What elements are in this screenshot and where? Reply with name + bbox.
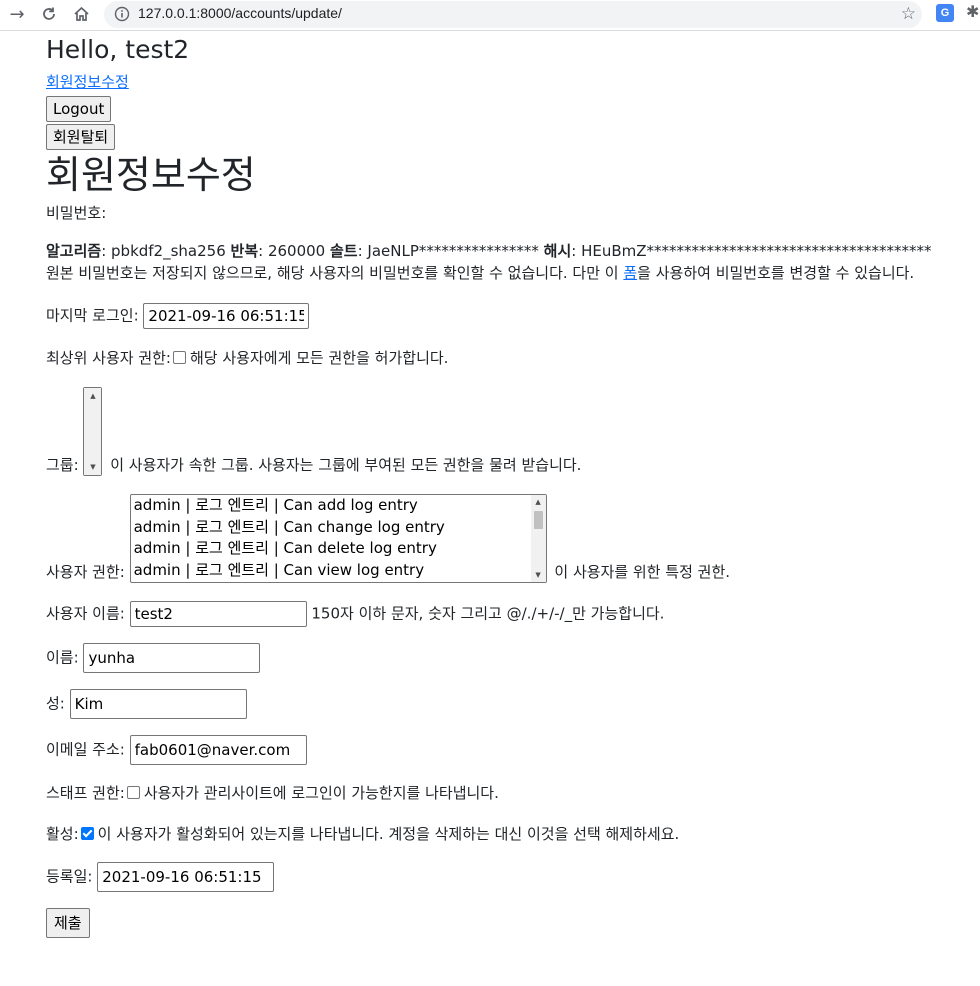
permission-option[interactable]: admin | 로그 엔트리 | Can change log entry (131, 517, 546, 539)
scroll-down-arrow-icon[interactable]: ▼ (84, 460, 101, 474)
groups-help: 이 사용자가 속한 그룹. 사용자는 그룹에 부여된 모든 권한을 물려 받습니… (110, 456, 582, 474)
salt-value: : JaeNLP**************** (357, 242, 544, 260)
last-login-input[interactable] (143, 303, 310, 329)
date-joined-row: 등록일: (46, 862, 980, 892)
salt-label: 솔트 (329, 242, 358, 260)
page-title: 회원정보수정 (46, 153, 256, 197)
extensions-puzzle-icon[interactable]: ✱ (966, 2, 979, 21)
date-joined-input[interactable] (97, 862, 275, 892)
groups-label: 그룹: (46, 456, 79, 474)
scroll-up-arrow-icon[interactable]: ▲ (531, 495, 546, 509)
permissions-scrollbar[interactable]: ▲ ▼ (530, 495, 546, 582)
logout-button[interactable]: Logout (46, 96, 112, 122)
first-name-label: 이름: (46, 648, 79, 667)
permission-option[interactable]: admin | 로그 엔트리 | Can add log entry (131, 495, 546, 517)
groups-row: 그룹: ▲ ▼ 이 사용자가 속한 그룹. 사용자는 그룹에 부여된 모든 권한… (46, 387, 980, 476)
scroll-down-arrow-icon[interactable]: ▼ (531, 568, 546, 582)
username-row: 사용자 이름: 150자 이하 문자, 숫자 그리고 @/./+/-/_만 가능… (46, 601, 980, 627)
last-login-row: 마지막 로그인: (46, 303, 980, 329)
staff-help: 사용자가 관리사이트에 로그인이 가능한지를 나타냅니다. (143, 784, 499, 802)
superuser-checkbox[interactable] (173, 351, 186, 364)
last-login-label: 마지막 로그인: (46, 306, 139, 325)
last-name-input[interactable] (69, 689, 247, 719)
first-name-row: 이름: (46, 643, 980, 673)
browser-toolbar: → 127.0.0.1:8000/accounts/update/ ☆ G ✱ (0, 0, 980, 31)
date-joined-label: 등록일: (46, 867, 93, 886)
superuser-help: 해당 사용자에게 모든 권한을 허가합니다. (190, 349, 449, 367)
password-help-text: 원본 비밀번호는 저장되지 않으므로, 해당 사용자의 비밀번호를 확인할 수 … (46, 262, 980, 284)
algorithm-value: : pbkdf2_sha256 (101, 242, 231, 260)
password-hash-summary: 알고리즘: pbkdf2_sha256 반복: 260000 솔트: JaeNL… (46, 240, 980, 262)
last-name-label: 성: (46, 694, 65, 713)
address-bar[interactable]: 127.0.0.1:8000/accounts/update/ ☆ (104, 1, 922, 28)
password-change-form-link[interactable]: 폼 (623, 264, 637, 282)
permission-option[interactable]: admin | 로그 엔트리 | Can delete log entry (131, 538, 546, 560)
password-help-before: 원본 비밀번호는 저장되지 않으므로, 해당 사용자의 비밀번호를 확인할 수 … (46, 264, 624, 282)
hash-value: : HEuBmZ********************************… (571, 242, 932, 260)
email-label: 이메일 주소: (46, 740, 125, 759)
password-help-after: 을 사용하여 비밀번호를 변경할 수 있습니다. (637, 264, 915, 282)
user-permissions-label: 사용자 권한: (46, 563, 125, 581)
superuser-label: 최상위 사용자 권한: (46, 349, 171, 367)
last-name-row: 성: (46, 689, 980, 719)
bookmark-star-icon[interactable]: ☆ (901, 4, 916, 24)
superuser-row: 최상위 사용자 권한: 해당 사용자에게 모든 권한을 허가합니다. (46, 347, 980, 369)
iterations-label: 반복 (230, 242, 259, 260)
reload-icon[interactable] (38, 3, 60, 25)
page-content: Hello, test2 회원정보수정 Logout 회원탈퇴 회원정보수정 비… (46, 34, 980, 938)
algorithm-label: 알고리즘 (46, 242, 102, 260)
active-label: 활성: (46, 825, 79, 843)
iterations-value: : 260000 (258, 242, 330, 260)
hash-label: 해시 (543, 242, 572, 260)
staff-label: 스태프 권한: (46, 784, 125, 802)
profile-edit-link[interactable]: 회원정보수정 (46, 72, 129, 92)
username-label: 사용자 이름: (46, 604, 125, 623)
account-update-form: 비밀번호: 알고리즘: pbkdf2_sha256 반복: 260000 솔트:… (46, 202, 980, 938)
first-name-input[interactable] (83, 643, 261, 673)
greeting-heading: Hello, test2 (46, 35, 190, 64)
scroll-up-arrow-icon[interactable]: ▲ (84, 389, 101, 403)
groups-select[interactable]: ▲ ▼ (83, 387, 103, 476)
groups-scrollbar[interactable]: ▲ ▼ (84, 388, 102, 475)
withdraw-button[interactable]: 회원탈퇴 (46, 124, 116, 150)
user-permissions-help: 이 사용자를 위한 특정 권한. (554, 563, 731, 581)
email-row: 이메일 주소: (46, 735, 980, 765)
staff-checkbox[interactable] (126, 786, 140, 799)
password-label-row: 비밀번호: (46, 202, 980, 224)
active-help: 이 사용자가 활성화되어 있는지를 나타냅니다. 계정을 삭제하는 대신 이것을… (97, 825, 680, 843)
translate-extension-icon[interactable]: G (936, 4, 954, 22)
url-text[interactable]: 127.0.0.1:8000/accounts/update/ (138, 5, 342, 21)
staff-row: 스태프 권한: 사용자가 관리사이트에 로그인이 가능한지를 나타냅니다. (46, 782, 980, 804)
home-icon[interactable] (70, 3, 92, 25)
submit-button[interactable]: 제출 (46, 908, 90, 938)
forward-arrow-icon[interactable]: → (6, 3, 28, 25)
username-input[interactable] (129, 601, 307, 627)
active-checkbox[interactable] (80, 827, 94, 840)
active-row: 활성: 이 사용자가 활성화되어 있는지를 나타냅니다. 계정을 삭제하는 대신 … (46, 823, 980, 845)
user-permissions-row: 사용자 권한: admin | 로그 엔트리 | Can add log ent… (46, 494, 980, 583)
scroll-thumb[interactable] (533, 511, 543, 529)
info-icon[interactable] (114, 6, 130, 22)
permission-option[interactable]: admin | 로그 엔트리 | Can view log entry (131, 560, 546, 582)
user-permissions-select[interactable]: admin | 로그 엔트리 | Can add log entry admin… (129, 494, 547, 583)
password-label: 비밀번호: (46, 204, 107, 222)
email-input[interactable] (129, 735, 307, 765)
username-help: 150자 이하 문자, 숫자 그리고 @/./+/-/_만 가능합니다. (311, 604, 665, 623)
